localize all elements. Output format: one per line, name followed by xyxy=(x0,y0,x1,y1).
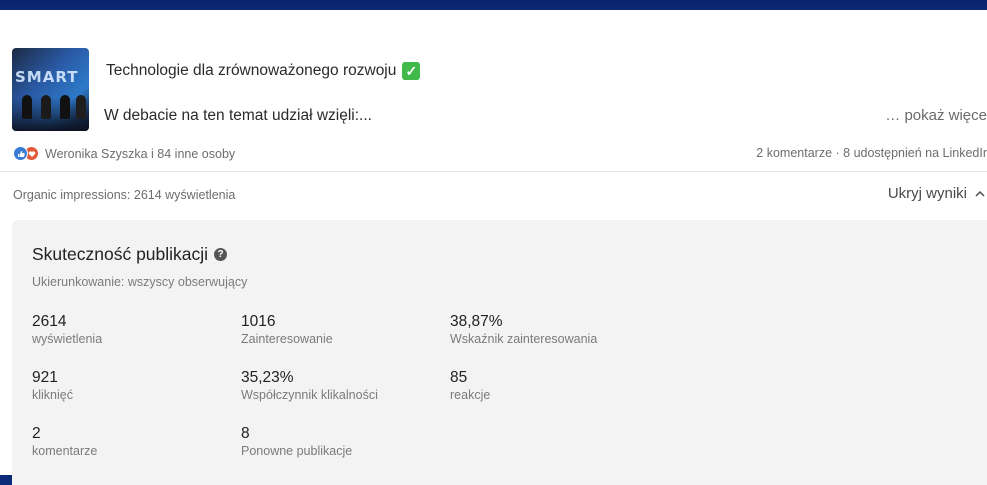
metric-label: reakcje xyxy=(450,388,491,402)
organic-impressions: Organic impressions: 2614 wyświetlenia xyxy=(13,188,236,202)
show-more-link[interactable]: … pokaż więce xyxy=(885,107,987,124)
metric-label: komentarze xyxy=(32,444,98,458)
thumbnail-person xyxy=(76,95,86,119)
targeting-subtitle: Ukierunkowanie: wszyscy obserwujący xyxy=(32,275,248,289)
help-icon[interactable]: ? xyxy=(214,248,228,261)
post-performance-card: Skuteczność publikacji ? Ukierunkowanie:… xyxy=(12,220,987,485)
metric-value: 921 xyxy=(32,369,58,386)
hide-results-button[interactable]: Ukryj wyniki xyxy=(888,185,985,202)
chevron-up-icon xyxy=(975,190,985,197)
metric-value: 2 xyxy=(32,425,41,442)
metric-label: wyświetlenia xyxy=(32,332,103,346)
metric-ctr: 35,23% Współczynnik klikalności xyxy=(241,369,378,403)
metric-engagement-rate: 38,87% Wskaźnik zainteresowania xyxy=(450,313,597,347)
metric-comments: 2 komentarze xyxy=(32,425,97,459)
like-reaction-icon xyxy=(13,146,28,161)
post-thumbnail[interactable]: SMART xyxy=(12,48,89,131)
metric-impressions: 2614 wyświetlenia xyxy=(32,313,102,347)
metric-value: 8 xyxy=(241,425,250,442)
metric-reactions: 85 reakcje xyxy=(450,369,490,403)
metric-label: Współczynnik klikalności xyxy=(241,388,378,402)
metric-value: 85 xyxy=(450,369,468,386)
reaction-icons xyxy=(13,146,39,161)
metric-value: 38,87% xyxy=(450,313,503,330)
metric-reposts: 8 Ponowne publikacje xyxy=(241,425,352,459)
metric-value: 35,23% xyxy=(241,369,294,386)
metric-value: 2614 xyxy=(32,313,67,330)
post-panel: SMART Technologie dla zrównoważonego roz… xyxy=(0,10,987,485)
performance-title-text: Skuteczność publikacji xyxy=(32,244,209,264)
performance-title: Skuteczność publikacji ? xyxy=(32,244,228,265)
metric-engagement: 1016 Zainteresowanie xyxy=(241,313,333,347)
metric-clicks: 921 kliknięć xyxy=(32,369,73,403)
thumbnail-person xyxy=(22,95,32,119)
hide-results-label: Ukryj wyniki xyxy=(887,185,967,202)
metric-label: kliknięć xyxy=(32,388,73,402)
thumbnail-text: SMART xyxy=(15,68,79,86)
thumbnail-person xyxy=(60,95,70,119)
post-title[interactable]: Technologie dla zrównoważonego rozwoju ✓ xyxy=(106,62,421,80)
metric-label: Zainteresowanie xyxy=(241,332,333,346)
post-title-text: Technologie dla zrównoważonego rozwoju xyxy=(106,62,397,79)
engagement-summary[interactable]: 2 komentarze · 8 udostępnień na LinkedIr xyxy=(756,146,987,160)
metric-value: 1016 xyxy=(241,313,276,330)
divider xyxy=(0,171,987,172)
metric-label: Ponowne publikacje xyxy=(241,444,353,458)
reactions-text: Weronika Szyszka i 84 inne osoby xyxy=(45,146,236,161)
reactions-summary[interactable]: Weronika Szyszka i 84 inne osoby xyxy=(13,146,235,161)
check-emoji-icon: ✓ xyxy=(402,62,421,80)
post-excerpt: W debacie na ten temat udział wzięli:... xyxy=(104,107,372,124)
metric-label: Wskaźnik zainteresowania xyxy=(450,332,598,346)
thumbnail-person xyxy=(41,95,51,119)
